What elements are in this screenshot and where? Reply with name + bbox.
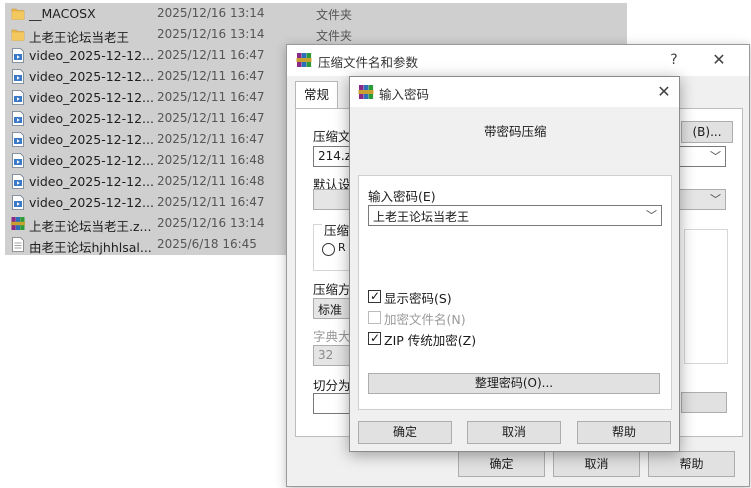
file-type: 文件夹 (316, 8, 353, 22)
file-date: 2025/12/16 13:14 (157, 6, 265, 20)
checkmark-icon: ✓ (370, 289, 381, 303)
winrar-icon (358, 85, 374, 99)
file-name: video_2025-12-12... (29, 195, 154, 210)
tab-general[interactable]: 常规 (295, 81, 339, 109)
password-combo[interactable]: 上老王论坛当老王 ﹀ (368, 205, 662, 226)
folder-icon (11, 6, 25, 21)
method-value: 标准 (318, 303, 343, 317)
method-label: 压缩方 (313, 282, 351, 297)
main-dialog-title: 压缩文件名和参数 (318, 55, 419, 70)
options-group (684, 229, 728, 364)
file-name: video_2025-12-12... (29, 111, 154, 126)
password-cancel-button[interactable]: 取消 (467, 421, 561, 444)
video-file-icon (11, 174, 25, 189)
password-dialog-titlebar[interactable]: 输入密码 ✕ (350, 77, 679, 107)
password-label: 输入密码(E) (368, 189, 436, 204)
main-cancel-button[interactable]: 取消 (553, 451, 640, 477)
video-file-icon (11, 69, 25, 84)
zip-legacy-label: ZIP 传统加密(Z) (384, 333, 477, 348)
video-file-icon (11, 195, 25, 210)
main-ok-button[interactable]: 确定 (458, 451, 545, 477)
file-date: 2025/12/11 16:47 (157, 90, 265, 104)
show-password-checkbox[interactable]: ✓ (368, 289, 381, 303)
file-date: 2025/12/16 13:14 (157, 216, 265, 230)
browse-button[interactable]: (B)... (681, 121, 733, 143)
file-row[interactable]: 上老王论坛当老王 2025/12/16 13:14 文件夹 (5, 24, 627, 45)
text-file-icon (11, 237, 25, 252)
chevron-down-icon: ﹀ (710, 150, 721, 163)
password-value: 上老王论坛当老王 (373, 210, 470, 224)
file-date: 2025/6/18 16:45 (157, 237, 257, 251)
file-date: 2025/12/11 16:47 (157, 195, 265, 209)
file-name: video_2025-12-12... (29, 48, 154, 63)
video-file-icon (11, 48, 25, 63)
file-name: video_2025-12-12... (29, 174, 154, 189)
password-dialog-title: 输入密码 (379, 87, 430, 102)
file-name: video_2025-12-12... (29, 90, 154, 105)
checkmark-icon: ✓ (370, 331, 381, 345)
show-password-label: 显示密码(S) (384, 291, 452, 306)
help-title-button[interactable]: ? (662, 49, 686, 71)
zip-legacy-checkbox[interactable]: ✓ (368, 331, 381, 345)
file-date: 2025/12/11 16:48 (157, 153, 265, 167)
video-file-icon (11, 153, 25, 168)
chevron-down-icon: ﹀ (710, 193, 721, 206)
split-label: 切分为 (313, 378, 351, 393)
video-file-icon (11, 90, 25, 105)
archive-name-label: 压缩文 (313, 129, 351, 144)
password-ok-button[interactable]: 确定 (358, 421, 452, 444)
file-date: 2025/12/11 16:47 (157, 111, 265, 125)
main-close-button[interactable]: ✕ (707, 49, 731, 71)
format-radio[interactable] (322, 243, 335, 256)
file-date: 2025/12/11 16:47 (157, 132, 265, 146)
format-radio-label: R (338, 241, 346, 254)
file-date: 2025/12/11 16:47 (157, 69, 265, 83)
organize-passwords-button[interactable]: 整理密码(O)... (368, 373, 660, 394)
file-name: video_2025-12-12... (29, 153, 154, 168)
password-help-button[interactable]: 帮助 (577, 421, 671, 444)
video-file-icon (11, 132, 25, 147)
file-date: 2025/12/11 16:48 (157, 174, 265, 188)
dict-size-value: 32 (318, 348, 334, 362)
chevron-down-icon: ﹀ (646, 209, 657, 222)
dict-size-label: 字典大 (313, 329, 351, 344)
file-type: 文件夹 (316, 29, 353, 43)
file-name: 上老王论坛当老王 (29, 30, 130, 45)
folder-icon (11, 27, 25, 42)
main-help-button[interactable]: 帮助 (648, 451, 735, 477)
format-group-label: 压缩 (322, 220, 352, 239)
encrypt-names-label: 加密文件名(N) (384, 312, 466, 327)
file-name: video_2025-12-12... (29, 132, 154, 147)
options-button-partial[interactable] (681, 392, 727, 413)
file-name: 上老王论坛当老王.z... (29, 219, 152, 234)
file-name: 由老王论坛hjhhlsal... (29, 240, 152, 255)
file-row[interactable]: __MACOSX 2025/12/16 13:14 文件夹 (5, 3, 627, 24)
password-heading: 带密码压缩 (484, 124, 547, 139)
file-date: 2025/12/11 16:47 (157, 48, 265, 62)
main-dialog-titlebar[interactable]: 压缩文件名和参数 ? ✕ (287, 45, 749, 76)
winrar-archive-icon (11, 216, 25, 231)
encrypt-names-checkbox[interactable] (368, 311, 381, 324)
file-name: video_2025-12-12... (29, 69, 154, 84)
password-close-button[interactable]: ✕ (652, 81, 676, 103)
file-date: 2025/12/16 13:14 (157, 27, 265, 41)
file-name: __MACOSX (29, 6, 96, 21)
enter-password-dialog: 输入密码 ✕ 带密码压缩 输入密码(E) 上老王论坛当老王 ﹀ ✓ 显示密码(S… (349, 76, 680, 452)
winrar-icon (296, 53, 312, 67)
video-file-icon (11, 111, 25, 126)
